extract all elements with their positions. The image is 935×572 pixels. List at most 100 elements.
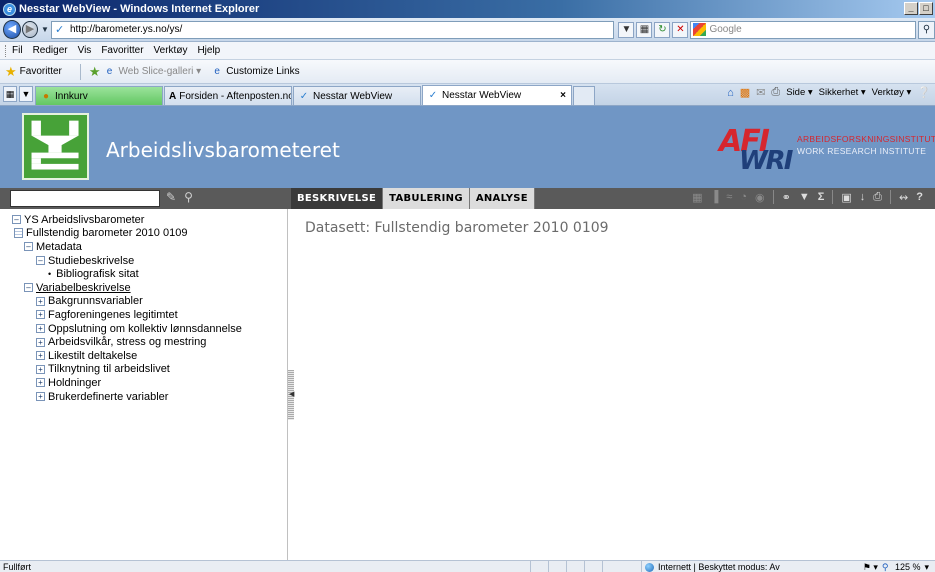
tree-node-variabelbeskrivelse[interactable]: – Variabelbeskrivelse	[12, 281, 287, 295]
ys-logo-icon	[31, 120, 79, 170]
compatibility-view-icon[interactable]: ▦	[636, 21, 653, 38]
app-toolbar: ✎ ⚲ BESKRIVELSE TABULERING ANALYSE ▦ ▐ ≈…	[0, 188, 935, 209]
address-tools: ▼ ▦ ↻ ✕	[618, 21, 689, 38]
expand-icon[interactable]: +	[36, 392, 45, 402]
link-icon[interactable]: ↭	[899, 191, 908, 204]
tree-node-root[interactable]: – YS Arbeidslivsbarometer	[12, 213, 287, 227]
tree-node-variable-group[interactable]: + Arbeidsvilkår, stress og mestring	[12, 335, 287, 349]
customize-links-link[interactable]: e Customize Links	[211, 66, 299, 78]
minimize-button[interactable]: _	[904, 2, 918, 15]
expand-icon[interactable]: +	[36, 351, 45, 361]
help-icon[interactable]: ?	[916, 191, 923, 203]
collapse-icon[interactable]: –	[36, 256, 45, 266]
expand-icon[interactable]: +	[36, 337, 45, 347]
map-icon[interactable]: ◉	[755, 191, 765, 204]
tree-node-variable-group[interactable]: + Brukerdefinerte variabler	[12, 390, 287, 404]
tree-node-dataset[interactable]: Fullstendig barometer 2010 0109	[12, 227, 287, 241]
expand-icon[interactable]: +	[36, 378, 45, 388]
collapse-pane-icon[interactable]: ◀	[289, 390, 294, 398]
quick-tabs-icon[interactable]: ▦	[3, 86, 17, 102]
maximize-button[interactable]: □	[919, 2, 933, 15]
sigma-icon[interactable]: Σ	[818, 191, 825, 203]
favorites-button[interactable]: ★ Favoritter	[5, 64, 62, 80]
bar-chart-icon[interactable]: ▐	[711, 191, 719, 203]
new-tab-button[interactable]	[573, 86, 595, 105]
tree-node-metadata[interactable]: – Metadata	[12, 240, 287, 254]
filter-icon[interactable]: ▼	[799, 191, 810, 203]
zone-text: Internett | Beskyttet modus: Av	[658, 562, 780, 572]
tab-analyse[interactable]: ANALYSE	[469, 188, 535, 209]
pane-splitter[interactable]: ◀	[288, 370, 294, 420]
stop-icon[interactable]: ✕	[672, 21, 689, 38]
expand-icon[interactable]: +	[36, 310, 45, 320]
tab-aftenposten[interactable]: A Forsiden - Aftenposten.no	[164, 86, 292, 105]
expand-icon[interactable]: +	[36, 364, 45, 374]
binoculars-icon[interactable]: ⚭	[782, 191, 791, 204]
tab-nesstar-1[interactable]: ✓ Nesstar WebView	[293, 86, 421, 105]
window-controls: _ □	[904, 2, 933, 15]
table-view-icon[interactable]: ▦	[692, 191, 702, 204]
tab-list-icon[interactable]: ▼	[19, 86, 33, 102]
search-icon[interactable]: ⚲	[917, 20, 935, 39]
tree-label: Tilknytning til arbeidslivet	[48, 363, 170, 376]
menu-help[interactable]: Hjelp	[197, 45, 220, 56]
zoom-icon: ⚲	[881, 561, 889, 572]
menu-edit[interactable]: Rediger	[33, 45, 68, 56]
pie-chart-icon[interactable]: ◔	[740, 191, 747, 203]
url-dropdown-icon[interactable]: ▼	[618, 21, 635, 38]
tab-nesstar-active[interactable]: ✓ Nesstar WebView ×	[422, 85, 572, 105]
collapse-icon[interactable]: –	[12, 215, 21, 225]
home-icon[interactable]: ⌂	[727, 87, 734, 99]
zoom-dropdown-icon[interactable]: ▾	[924, 562, 929, 572]
safety-menu[interactable]: Sikkerhet ▾	[819, 87, 866, 98]
collapse-icon[interactable]: –	[24, 283, 33, 293]
tab-tabulering[interactable]: TABULERING	[383, 188, 470, 209]
forward-button[interactable]: ▶	[21, 21, 39, 38]
web-slice-label: Web Slice-galleri ▾	[118, 66, 202, 77]
save-icon[interactable]: ▣	[841, 191, 851, 204]
tree-node-variable-group[interactable]: + Fagforeningenes legitimtet	[12, 308, 287, 322]
back-button[interactable]: ◀	[3, 20, 21, 39]
tools-menu[interactable]: Verktøy ▾	[872, 87, 912, 98]
menu-favorites[interactable]: Favoritter	[101, 45, 143, 56]
print-icon[interactable]: ⎙	[771, 86, 780, 99]
refresh-icon[interactable]: ↻	[654, 21, 671, 38]
ys-logo[interactable]	[22, 113, 89, 180]
search-input[interactable]: Google	[690, 20, 916, 39]
advanced-search-icon[interactable]: ⚲	[184, 190, 193, 204]
collapse-icon[interactable]: –	[24, 242, 33, 252]
expand-icon[interactable]: +	[36, 296, 45, 306]
menu-view[interactable]: Vis	[78, 45, 92, 56]
web-slice-gallery-link[interactable]: e Web Slice-galleri ▾	[104, 66, 202, 78]
tree-node-variable-group[interactable]: + Likestilt deltakelse	[12, 349, 287, 363]
popup-blocker-icon[interactable]: ⚑ ▾	[863, 562, 878, 572]
download-icon[interactable]: ↓	[860, 191, 866, 203]
recent-pages-dropdown-icon[interactable]: ▼	[41, 25, 49, 34]
search-icon[interactable]: ✎	[166, 190, 176, 204]
tree-search-input[interactable]	[10, 190, 160, 207]
security-zone[interactable]: Internett | Beskyttet modus: Av	[641, 561, 780, 572]
tree-node-studiebeskrivelse[interactable]: – Studiebeskrivelse	[12, 254, 287, 268]
expand-icon[interactable]: +	[36, 324, 45, 334]
help-icon[interactable]: ❔	[917, 86, 931, 99]
feeds-icon[interactable]: ▩	[740, 86, 750, 99]
line-chart-icon[interactable]: ≈	[726, 191, 732, 203]
tree-label: Studiebeskrivelse	[48, 254, 135, 267]
tree-node-variable-group[interactable]: + Bakgrunnsvariabler	[12, 295, 287, 309]
tab-innkurv[interactable]: ● Innkurv	[35, 86, 163, 105]
page-menu[interactable]: Side ▾	[786, 87, 812, 98]
afi-wri-logo[interactable]: AFI WRI ARBEIDSFORSKNINGSINSTITUTTET WOR…	[719, 124, 935, 176]
tree-node-bibliografisk[interactable]: • Bibliografisk sitat	[12, 267, 287, 281]
zoom-control[interactable]: ⚑ ▾ ⚲ 125 % ▾	[863, 561, 929, 572]
mail-icon[interactable]: ✉	[756, 86, 765, 99]
menu-file[interactable]: Fil	[12, 45, 23, 56]
menu-tools[interactable]: Verktøy	[154, 45, 188, 56]
tree-node-variable-group[interactable]: + Oppslutning om kollektiv lønnsdannelse	[12, 322, 287, 336]
close-tab-icon[interactable]: ×	[560, 90, 566, 101]
tree-node-variable-group[interactable]: + Tilknytning til arbeidslivet	[12, 363, 287, 377]
url-input[interactable]: ✓ http://barometer.ys.no/ys/	[50, 20, 615, 39]
tab-beskrivelse[interactable]: BESKRIVELSE	[291, 188, 384, 209]
print-icon[interactable]: ⎙	[873, 191, 882, 204]
tree-node-variable-group[interactable]: + Holdninger	[12, 376, 287, 390]
add-favorite-icon[interactable]: ★	[89, 64, 101, 80]
